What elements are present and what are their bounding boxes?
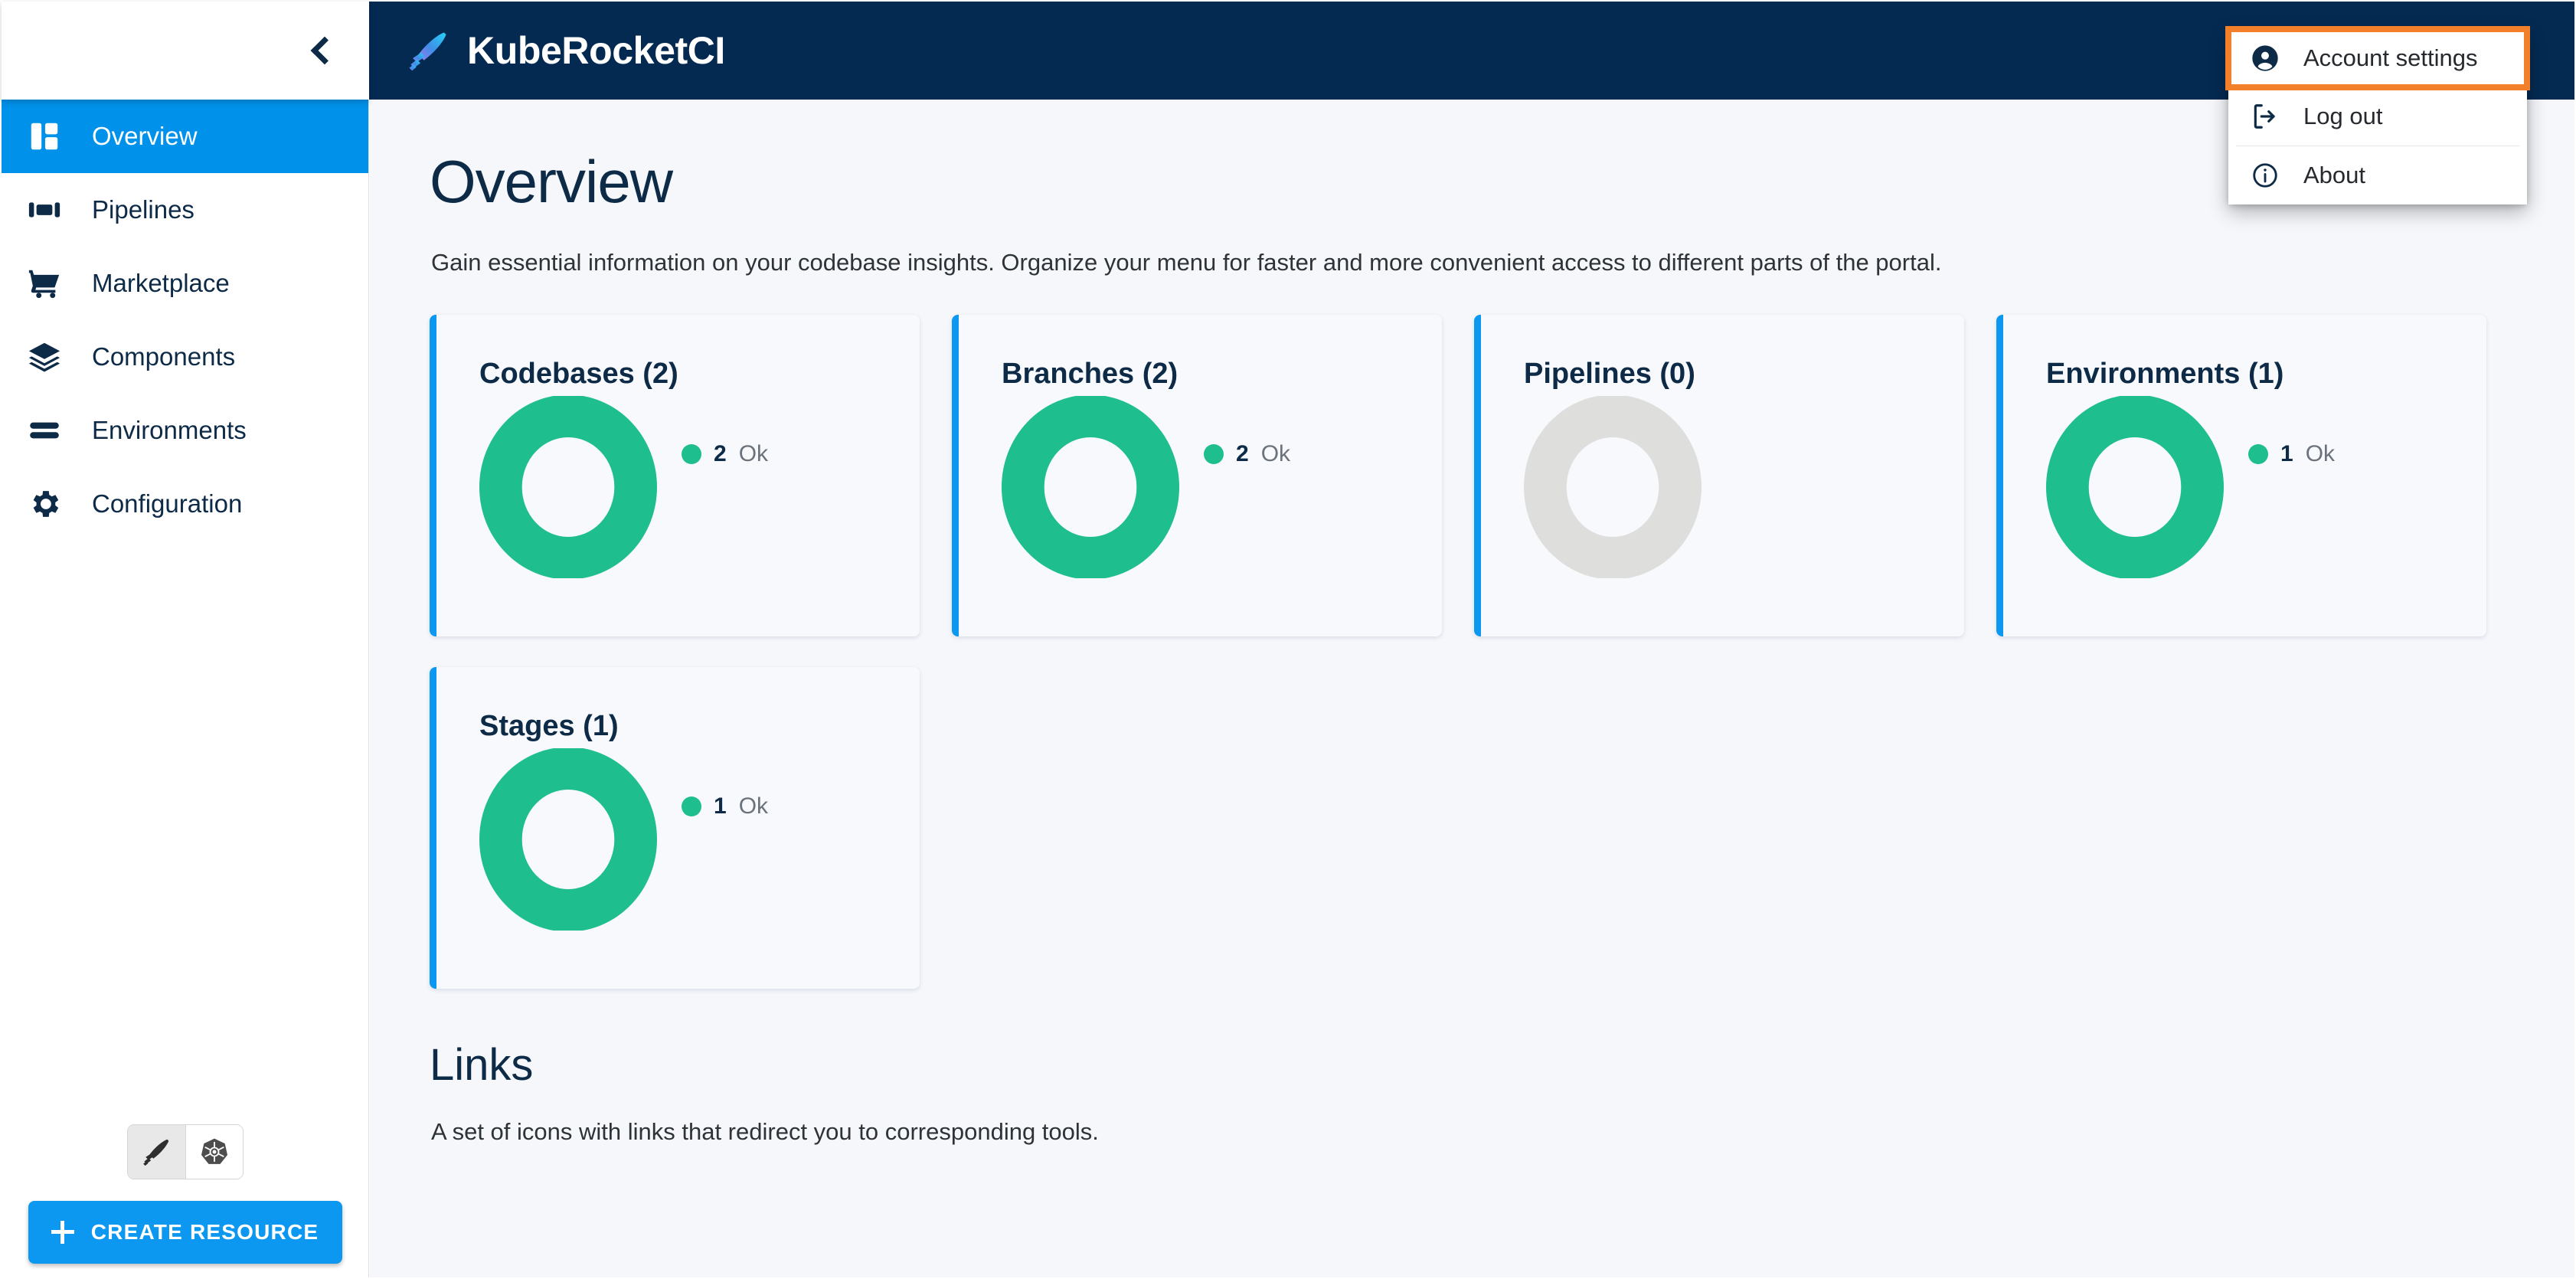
sidebar-footer: CREATE RESOURCE <box>2 1124 368 1277</box>
donut-chart-stages <box>469 747 668 931</box>
legend-dot-ok <box>2248 444 2268 464</box>
page-subtitle: Gain essential information on your codeb… <box>431 249 1942 276</box>
collapse-sidebar-button[interactable] <box>288 17 355 84</box>
server-stack-icon <box>25 411 64 450</box>
menu-item-label: Account settings <box>2303 44 2478 71</box>
brand[interactable]: KubeRocketCI <box>406 28 725 73</box>
chart-legend: 1 Ok <box>682 793 768 819</box>
sidebar-item-label: Configuration <box>92 489 243 518</box>
legend-count: 1 <box>714 793 727 819</box>
legend-label: Ok <box>1260 441 1291 466</box>
stat-card-environments[interactable]: Environments (1) 1 Ok <box>1996 315 2486 636</box>
sidebar-item-configuration[interactable]: Configuration <box>2 467 368 541</box>
legend-dot-ok <box>1204 444 1224 464</box>
cart-icon <box>25 263 64 303</box>
sidebar-item-label: Marketplace <box>92 269 230 297</box>
stat-card-title: Environments (1) <box>2046 358 2284 390</box>
logout-icon <box>2250 101 2280 132</box>
menu-item-log-out[interactable]: Log out <box>2228 87 2527 146</box>
layers-icon <box>25 337 64 377</box>
chart-legend: 2 Ok <box>682 441 768 467</box>
stat-card-title: Stages (1) <box>479 710 619 742</box>
donut-chart-environments <box>2035 395 2234 579</box>
view-toggle-rocket[interactable] <box>127 1125 185 1179</box>
stat-card-grid: Codebases (2) 2 Ok Branches (2) 2 Ok Pip… <box>430 315 2512 989</box>
rocket-logo-icon <box>409 32 446 71</box>
stat-card-codebases[interactable]: Codebases (2) 2 Ok <box>430 315 920 636</box>
create-resource-label: CREATE RESOURCE <box>90 1220 319 1244</box>
sidebar-item-pipelines[interactable]: Pipelines <box>2 173 368 247</box>
stat-card-pipelines[interactable]: Pipelines (0) <box>1474 315 1964 636</box>
account-circle-icon <box>2250 43 2280 74</box>
sidebar-item-label: Overview <box>92 122 198 150</box>
donut-chart-pipelines <box>1513 395 1712 579</box>
sidebar-item-environments[interactable]: Environments <box>2 394 368 467</box>
sidebar-item-marketplace[interactable]: Marketplace <box>2 247 368 320</box>
links-section-title: Links <box>430 1040 534 1090</box>
kubernetes-icon <box>201 1138 227 1164</box>
app-window: KubeRocketCI Account settings Log out Ab… <box>0 0 2576 1279</box>
sidebar-item-overview[interactable]: Overview <box>2 100 368 173</box>
dashboard-icon <box>25 116 64 156</box>
menu-item-label: About <box>2303 162 2366 188</box>
legend-count: 2 <box>1236 441 1249 466</box>
rocket-icon <box>143 1139 169 1166</box>
donut-chart-codebases <box>469 395 668 579</box>
legend-label: Ok <box>738 441 769 466</box>
legend-count: 2 <box>714 441 727 466</box>
gear-icon <box>25 484 64 524</box>
sidebar-item-label: Components <box>92 342 236 371</box>
sidebar-item-components[interactable]: Components <box>2 320 368 394</box>
stat-card-stages[interactable]: Stages (1) 1 Ok <box>430 667 920 989</box>
create-resource-button[interactable]: CREATE RESOURCE <box>28 1201 342 1264</box>
donut-chart-branches <box>991 395 1190 579</box>
chart-legend: 2 Ok <box>1204 441 1290 467</box>
legend-label: Ok <box>738 793 769 819</box>
legend-label: Ok <box>2305 441 2336 466</box>
main-content: Overview Gain essential information on y… <box>370 100 2574 1277</box>
stat-card-branches[interactable]: Branches (2) 2 Ok <box>952 315 1442 636</box>
stat-card-title: Branches (2) <box>1002 358 1178 390</box>
chart-legend: 1 Ok <box>2248 441 2335 467</box>
legend-count: 1 <box>2280 441 2293 466</box>
chevron-left-icon <box>310 36 339 65</box>
stat-card-title: Pipelines (0) <box>1524 358 1695 390</box>
menu-item-about[interactable]: About <box>2228 146 2527 204</box>
links-section-subtitle: A set of icons with links that redirect … <box>431 1118 1099 1145</box>
legend-dot-ok <box>682 444 701 464</box>
view-toggle-kubernetes[interactable] <box>185 1125 243 1179</box>
info-circle-icon <box>2250 160 2280 191</box>
stat-card-title: Codebases (2) <box>479 358 678 390</box>
plus-icon <box>51 1221 74 1244</box>
menu-item-account-settings[interactable]: Account settings <box>2225 26 2530 90</box>
legend-dot-ok <box>682 797 701 816</box>
sidebar: Overview Pipelines Marketplace Component… <box>2 100 369 1277</box>
view-toggle-group <box>126 1124 244 1179</box>
pipelines-icon <box>25 190 64 230</box>
brand-title: KubeRocketCI <box>467 29 725 72</box>
account-dropdown-menu: Account settings Log out About <box>2225 26 2530 204</box>
sidebar-item-label: Pipelines <box>92 195 195 224</box>
sidebar-header <box>2 2 369 100</box>
menu-item-label: Log out <box>2303 103 2383 129</box>
sidebar-item-label: Environments <box>92 416 247 444</box>
